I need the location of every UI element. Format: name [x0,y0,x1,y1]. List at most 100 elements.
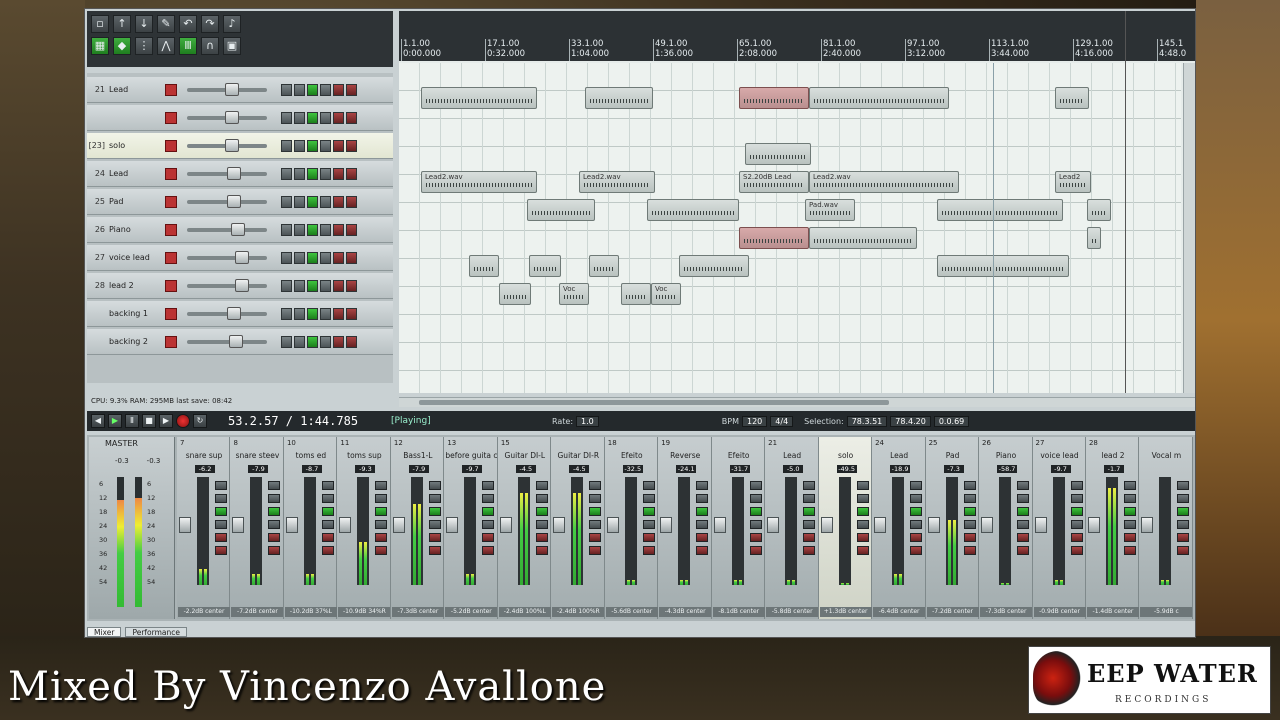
channel-fader[interactable] [1034,517,1047,533]
fader-knob[interactable] [235,250,249,264]
phase-button[interactable] [535,507,548,516]
fx-button[interactable] [1177,494,1190,503]
media-item[interactable]: Lead2.wav [421,171,537,193]
fx-button[interactable] [910,494,923,503]
phase-button[interactable] [375,507,388,516]
solo-button[interactable] [482,546,495,555]
env-button[interactable] [482,520,495,529]
solo-button[interactable] [346,83,357,96]
env-button[interactable] [268,520,281,529]
volume-fader[interactable] [187,138,267,152]
record-icon[interactable] [176,414,190,428]
phase-button[interactable] [307,83,318,96]
mixer-channel-strip[interactable]: 21 Lead -5.0 -5.8dB center [765,437,819,619]
channel-fader[interactable] [339,517,352,533]
channel-volume-pan[interactable]: -5.8dB center [766,607,819,617]
phase-button[interactable] [963,507,976,516]
channel-name[interactable]: Efeito [713,451,765,460]
channel-name[interactable]: Lead [766,451,818,460]
io-button[interactable] [1177,481,1190,490]
mute-button[interactable] [482,533,495,542]
mixer-channel-strip[interactable]: Guitar DI-R -4.5 -2.4dB 100%R [551,437,605,619]
new-file-icon[interactable]: ▫ [91,15,109,33]
fx-button[interactable] [294,111,305,124]
phase-button[interactable] [910,507,923,516]
channel-name[interactable]: Guitar DI-R [552,451,604,460]
channel-fader[interactable] [927,517,940,533]
io-button[interactable] [281,251,292,264]
mixer-channel-strip[interactable]: 8 snare steev -7.9 -7.2dB center [230,437,284,619]
pause-icon[interactable]: Ⅱ [125,414,139,428]
mixer-channel-strip[interactable]: 28 lead 2 -1.7 -1.4dB center [1085,437,1140,619]
mixer-channel-strip[interactable]: solo -49.5 +1.3dB center [818,437,873,619]
snap-icon[interactable]: ◆ [113,37,131,55]
env-button[interactable] [535,520,548,529]
mixer-channel-strip[interactable]: 12 Bass1-L -7.9 -7.3dB center [390,437,445,619]
fx-button[interactable] [696,494,709,503]
record-arm-button[interactable] [165,195,177,208]
phase-button[interactable] [307,167,318,180]
phase-button[interactable] [307,139,318,152]
mixer-channel-strip[interactable]: 10 toms ed -8.7 -10.2dB 37%L [283,437,338,619]
record-arm-button[interactable] [165,167,177,180]
mixer-channel-strip[interactable]: Vocal m -5.9dB c [1139,437,1193,619]
volume-fader[interactable] [187,222,267,236]
track-name[interactable]: lead 2 [105,281,161,290]
fader-knob[interactable] [227,166,241,180]
channel-name[interactable]: solo [820,451,872,460]
io-button[interactable] [281,111,292,124]
media-item[interactable] [739,227,809,249]
io-button[interactable] [375,481,388,490]
mute-button[interactable] [856,533,869,542]
io-button[interactable] [803,481,816,490]
solo-button[interactable] [268,546,281,555]
channel-volume-pan[interactable]: +1.3dB center [819,607,872,617]
channel-fader[interactable] [179,517,191,533]
record-arm-button[interactable] [165,335,177,348]
fx-button[interactable] [482,494,495,503]
io-button[interactable] [482,481,495,490]
io-button[interactable] [428,481,441,490]
media-item[interactable] [739,87,809,109]
playhead[interactable] [1125,11,1126,393]
time-signature[interactable]: 4/4 [770,415,794,427]
channel-volume-pan[interactable]: -2.4dB 100%R [552,607,605,617]
volume-fader[interactable] [187,306,267,320]
env-button[interactable] [320,279,331,292]
mute-button[interactable] [375,533,388,542]
channel-name[interactable]: Piano [980,451,1032,460]
metronome-icon[interactable]: ♪ [223,15,241,33]
selection-end[interactable]: 78.4.20 [890,415,931,427]
media-item[interactable]: Pad.wav [805,199,855,221]
env-button[interactable] [320,139,331,152]
fx-button[interactable] [535,494,548,503]
channel-fader[interactable] [1087,517,1100,533]
solo-button[interactable] [535,546,548,555]
phase-button[interactable] [307,251,318,264]
channel-volume-pan[interactable]: -7.2dB center [926,607,979,617]
stop-icon[interactable]: ■ [142,414,156,428]
mute-button[interactable] [535,533,548,542]
env-button[interactable] [1017,520,1030,529]
phase-button[interactable] [696,507,709,516]
media-item[interactable] [499,283,531,305]
scroll-thumb[interactable] [419,400,889,405]
channel-name[interactable]: toms sup [338,451,390,460]
media-item[interactable]: S2.20dB Lead [739,171,809,193]
channel-name[interactable]: lead 2 [1087,451,1139,460]
io-button[interactable] [281,195,292,208]
phase-button[interactable] [307,279,318,292]
fx-button[interactable] [294,223,305,236]
phase-button[interactable] [307,335,318,348]
media-item[interactable] [809,227,917,249]
mixer-channel-strip[interactable]: 11 toms sup -9.3 -10.9dB 34%R [337,437,391,619]
mute-button[interactable] [333,335,344,348]
io-button[interactable] [1017,481,1030,490]
track-row[interactable]: backing 1 [87,301,393,327]
track-name[interactable]: solo [105,141,161,150]
record-arm-button[interactable] [165,111,177,124]
channel-fader[interactable] [874,517,887,533]
fx-button[interactable] [1123,494,1136,503]
fx-button[interactable] [294,279,305,292]
fx-button[interactable] [294,195,305,208]
